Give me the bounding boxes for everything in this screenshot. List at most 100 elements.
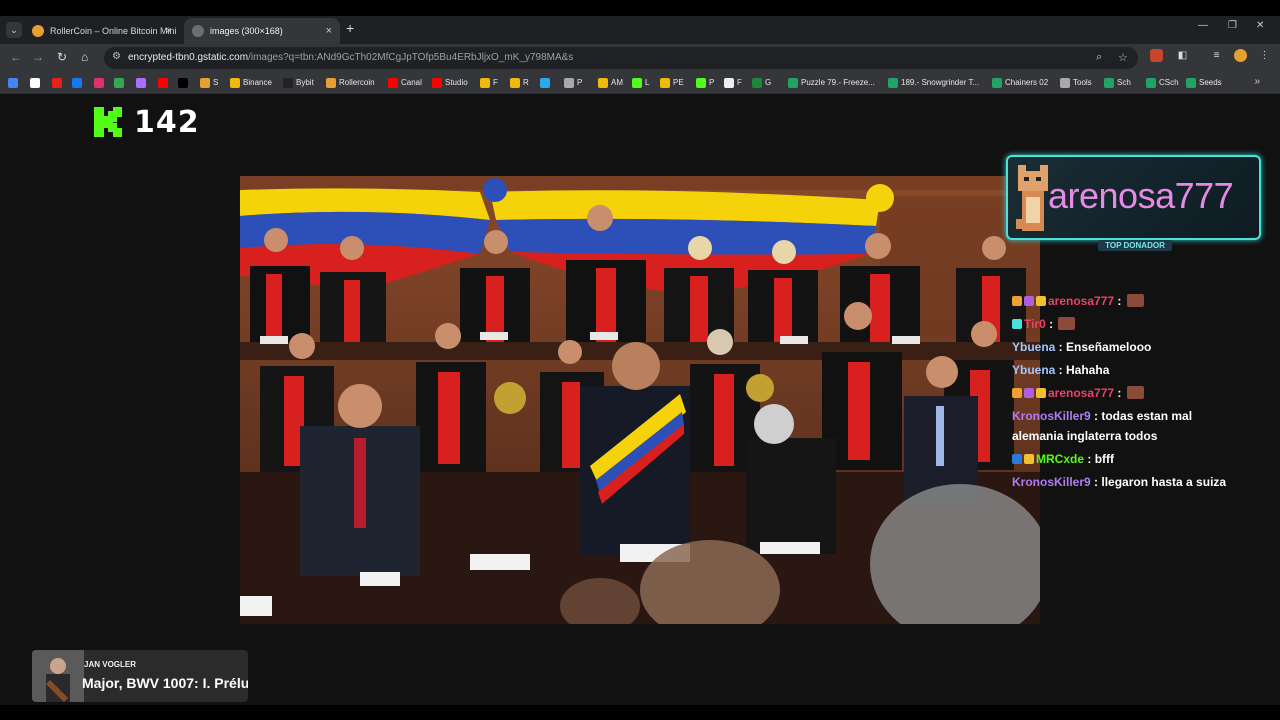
shared-photo	[240, 176, 1040, 624]
chat-badge-icon	[1024, 388, 1034, 398]
chat-username[interactable]: MRCxde	[1036, 452, 1084, 466]
chat-separator: :	[1055, 363, 1067, 377]
bookmark-label: P	[577, 78, 583, 87]
bookmark-label: Seeds	[1199, 78, 1222, 87]
bookmark-favicon-icon	[283, 78, 293, 88]
bookmark-item[interactable]: F	[724, 76, 742, 90]
extension-fox-icon[interactable]	[1150, 49, 1163, 62]
album-art-image	[32, 650, 84, 702]
chat-username[interactable]: Ybuena	[1012, 340, 1055, 354]
bookmark-item[interactable]	[178, 76, 191, 90]
new-tab-button[interactable]: +	[346, 20, 354, 36]
bookmark-favicon-icon	[788, 78, 798, 88]
bookmark-item[interactable]: Studio	[432, 76, 468, 90]
chat-message: Ybuena : Hahaha	[1012, 363, 1109, 377]
bookmarks-overflow-icon[interactable]: »	[1254, 76, 1260, 87]
menu-kebab-icon[interactable]: ⋮	[1258, 49, 1271, 62]
bookmark-item[interactable]: S	[200, 76, 218, 90]
bookmark-item[interactable]: Bybit	[283, 76, 314, 90]
tab-search-button[interactable]: ⌄	[6, 22, 22, 38]
viewer-count: 142	[134, 105, 200, 140]
bookmark-item[interactable]: G	[752, 76, 771, 90]
minimize-button[interactable]: —	[1198, 20, 1208, 31]
bookmark-star-icon[interactable]: ☆	[1118, 51, 1128, 64]
tab-images[interactable]: images (300×168) ×	[184, 18, 340, 44]
extensions-puzzle-icon[interactable]: ◧	[1176, 49, 1189, 62]
bookmark-item[interactable]: 189.- Snowgrinder T...	[888, 76, 979, 90]
tab-close-icon[interactable]: ×	[326, 18, 332, 44]
home-icon[interactable]: ⌂	[81, 50, 88, 64]
bookmark-item[interactable]	[540, 76, 553, 90]
bookmark-item[interactable]: PE	[660, 76, 684, 90]
back-arrow-icon[interactable]: ←	[10, 50, 22, 64]
tab-rollercoin[interactable]: RollerCoin – Online Bitcoin Mini ×	[24, 18, 180, 44]
bookmark-item[interactable]	[8, 76, 21, 90]
bookmark-item[interactable]: CSch	[1146, 76, 1179, 90]
chat-text: alemania inglaterra todos	[1012, 429, 1158, 443]
bookmark-item[interactable]: AM	[598, 76, 623, 90]
bookmark-item[interactable]: Seeds	[1186, 76, 1222, 90]
bookmark-item[interactable]: Canal	[388, 76, 422, 90]
chat-separator: :	[1084, 452, 1095, 466]
viewer-counter: 142	[90, 103, 199, 141]
bookmark-favicon-icon	[178, 78, 188, 88]
bookmark-item[interactable]: L	[632, 76, 649, 90]
tab-close-icon[interactable]: ×	[166, 18, 172, 44]
chat-text: Hahaha	[1066, 363, 1110, 377]
bookmark-favicon-icon	[200, 78, 210, 88]
bookmark-item[interactable]: P	[696, 76, 714, 90]
bookmark-item[interactable]	[158, 76, 171, 90]
bookmark-item[interactable]: Sch	[1104, 76, 1131, 90]
chat-username[interactable]: Ybuena	[1012, 363, 1055, 377]
bookmark-favicon-icon	[540, 78, 550, 88]
bookmark-item[interactable]: Rollercoin	[326, 76, 375, 90]
profile-avatar[interactable]	[1234, 49, 1247, 62]
bookmark-favicon-icon	[1060, 78, 1070, 88]
bookmark-label: R	[523, 78, 529, 87]
chat-username[interactable]: arenosa777	[1048, 386, 1114, 400]
chat-badge-icon	[1012, 319, 1022, 329]
chat-username[interactable]: arenosa777	[1048, 294, 1114, 308]
media-controls-icon[interactable]: ≡	[1210, 49, 1223, 62]
close-window-button[interactable]: ✕	[1256, 20, 1264, 31]
bookmark-favicon-icon	[480, 78, 490, 88]
bookmark-item[interactable]: Chainers 02	[992, 76, 1048, 90]
bookmark-item[interactable]: P	[564, 76, 582, 90]
restore-button[interactable]: ❐	[1228, 20, 1237, 31]
chat-username[interactable]: KronosKiller9	[1012, 475, 1091, 489]
chat-username[interactable]: Tir0	[1024, 317, 1046, 331]
chat-emote-icon	[1058, 317, 1076, 330]
bookmark-favicon-icon	[432, 78, 442, 88]
bookmark-favicon-icon	[114, 78, 124, 88]
bookmark-item[interactable]	[72, 76, 85, 90]
bookmark-item[interactable]	[114, 76, 127, 90]
bookmark-item[interactable]: Tools	[1060, 76, 1092, 90]
bookmark-label: Studio	[445, 78, 468, 87]
bookmark-item[interactable]: R	[510, 76, 529, 90]
bookmark-item[interactable]	[136, 76, 149, 90]
zoom-icon[interactable]: ⌕	[1096, 51, 1102, 64]
track-title: Major, BWV 1007: I. Prélu	[82, 675, 248, 691]
bookmark-item[interactable]: F	[480, 76, 498, 90]
address-bar[interactable]: ⚙ encrypted-tbn0.gstatic.com/images?q=tb…	[104, 47, 1138, 69]
chat-username[interactable]: KronosKiller9	[1012, 409, 1091, 423]
bookmark-label: CSch	[1159, 78, 1179, 87]
bookmark-favicon-icon	[564, 78, 574, 88]
chat-message: arenosa777 :	[1012, 386, 1144, 400]
bookmark-label: F	[493, 78, 498, 87]
bookmark-item[interactable]	[30, 76, 43, 90]
forward-arrow-icon[interactable]: →	[32, 50, 44, 64]
bookmark-item[interactable]	[94, 76, 107, 90]
bookmark-favicon-icon	[724, 78, 734, 88]
bookmark-label: PE	[673, 78, 684, 87]
bookmark-item[interactable]	[52, 76, 65, 90]
kick-logo-icon	[94, 107, 122, 137]
bookmark-favicon-icon	[752, 78, 762, 88]
bookmark-item[interactable]: Binance	[230, 76, 272, 90]
bookmark-item[interactable]: Puzzle 79.- Freeze...	[788, 76, 875, 90]
reload-icon[interactable]: ↻	[57, 50, 67, 64]
bookmark-favicon-icon	[696, 78, 706, 88]
bookmark-favicon-icon	[30, 78, 40, 88]
site-info-icon[interactable]: ⚙	[112, 51, 121, 62]
bookmark-favicon-icon	[388, 78, 398, 88]
